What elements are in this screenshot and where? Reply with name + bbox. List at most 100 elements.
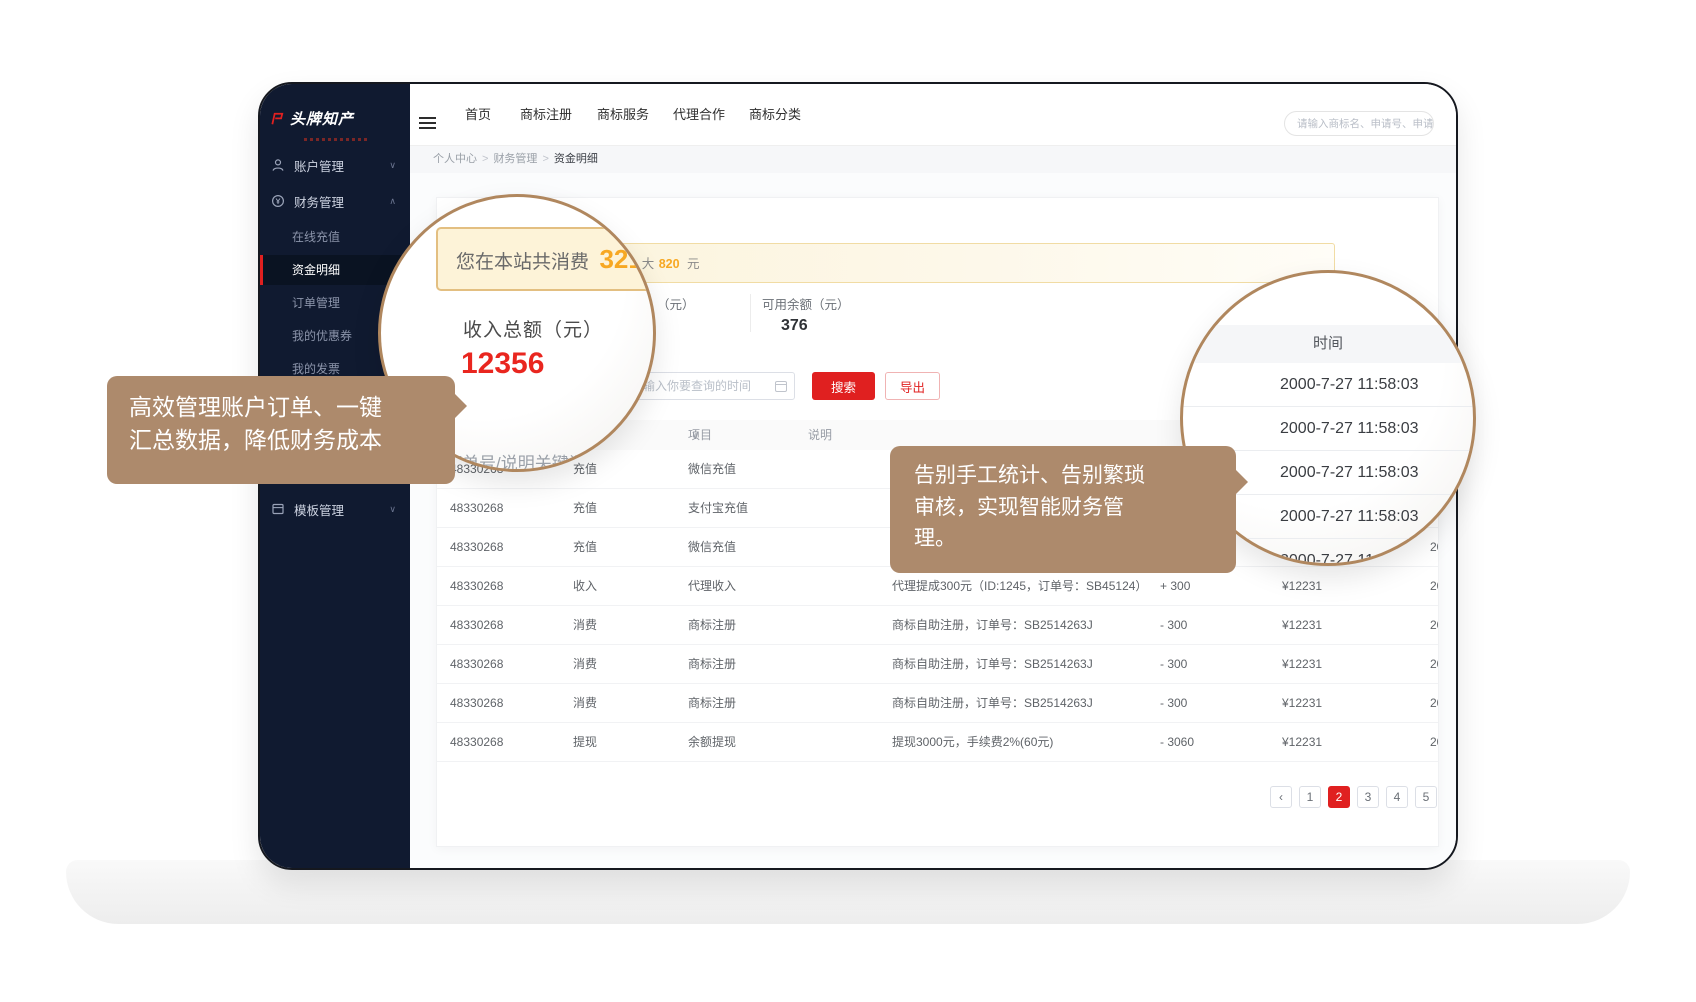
magnified-banner: 您在本站共消费 32124 xyxy=(436,227,656,291)
user-icon xyxy=(271,158,285,172)
chevron-up-icon: ∧ xyxy=(389,196,396,207)
breadcrumb-item[interactable]: 资金明细 xyxy=(554,153,598,165)
cell-project: 商标注册 xyxy=(688,645,736,683)
col-desc-header: 说明 xyxy=(808,420,832,450)
cell-balance: ¥12231 xyxy=(1282,723,1322,761)
cell-amount: - 3060 xyxy=(1160,723,1194,761)
callout-line: 审核，实现智能财务管 xyxy=(914,492,1236,524)
callout-line: 高效管理账户订单、一键 xyxy=(129,391,455,424)
sidebar-item-finance[interactable]: 财务管理 ∧ xyxy=(260,186,410,216)
logo-tagline xyxy=(304,138,368,141)
cell-type: 消费 xyxy=(573,645,597,683)
finance-icon xyxy=(271,194,285,208)
cell-time: 2000-7-27 11:58:03 xyxy=(1430,684,1439,722)
cell-project: 微信充值 xyxy=(688,450,736,488)
cell-order-no: 48330268 xyxy=(450,684,503,722)
cell-order-no: 48330268 xyxy=(450,528,503,566)
callout-line: 汇总数据，降低财务成本 xyxy=(129,424,455,457)
cell-time: 2000-7-27 11:58:03 xyxy=(1430,567,1439,605)
cell-order-no: 48330268 xyxy=(450,645,503,683)
banner-saving: 820 xyxy=(659,257,680,271)
top-nav-item[interactable]: 商标服务 xyxy=(597,84,649,146)
magnified-banner-prefix: 您在本站共消费 xyxy=(456,252,589,273)
cell-project: 余额提现 xyxy=(688,723,736,761)
trademark-search-input[interactable] xyxy=(1284,111,1434,136)
cell-balance: ¥12231 xyxy=(1282,567,1322,605)
cell-time: 2000-7-27 11:58:03 xyxy=(1430,645,1439,683)
template-icon xyxy=(271,502,285,516)
breadcrumb-item[interactable]: 个人中心 xyxy=(433,153,477,165)
sidebar-item-label: 财务管理 xyxy=(294,192,344,211)
sidebar-item-template[interactable]: 模板管理 ∨ xyxy=(260,494,410,524)
pagination-page-button[interactable]: 2 xyxy=(1328,786,1350,808)
sidebar-item-account[interactable]: 账户管理 ∨ xyxy=(260,150,410,180)
sidebar-subitem[interactable]: 在线充值 xyxy=(260,222,410,252)
cell-time: 2000-7-27 11:58:03 xyxy=(1430,606,1439,644)
cell-type: 消费 xyxy=(573,684,597,722)
top-nav-item[interactable]: 商标注册 xyxy=(520,84,572,146)
chevron-down-icon: ∨ xyxy=(389,504,396,515)
cell-amount: - 300 xyxy=(1160,684,1187,722)
cell-description: 商标自助注册，订单号：SB2514263J xyxy=(892,606,1093,644)
cell-order-no: 48330268 xyxy=(450,606,503,644)
breadcrumb-item[interactable]: 财务管理 xyxy=(493,153,537,165)
cell-project: 商标注册 xyxy=(688,684,736,722)
top-nav-item[interactable]: 商标分类 xyxy=(749,84,801,146)
breadcrumb: 个人中心>财务管理>资金明细 xyxy=(410,146,1456,173)
export-button[interactable]: 导出 xyxy=(885,372,940,400)
breadcrumb-bar: 个人中心>财务管理>资金明细 xyxy=(410,146,1456,173)
cell-type: 充值 xyxy=(573,528,597,566)
logo-icon xyxy=(270,112,284,126)
stats-divider xyxy=(750,294,751,332)
table-row[interactable]: 48330268 提现 余额提现 提现3000元，手续费2%(60元) - 30… xyxy=(437,723,1439,762)
cell-project: 微信充值 xyxy=(688,528,736,566)
table-row[interactable]: 48330268 消费 商标注册 商标自助注册，订单号：SB2514263J -… xyxy=(437,606,1439,645)
pagination-pages: 12345 xyxy=(1299,786,1437,808)
top-nav-item[interactable]: 首页 xyxy=(465,84,491,146)
cell-description: 提现3000元，手续费2%(60元) xyxy=(892,723,1053,761)
pagination-page-button[interactable]: 3 xyxy=(1357,786,1379,808)
callout-right: 告别手工统计、告别繁琐审核，实现智能财务管理。 xyxy=(890,446,1236,573)
magnified-income-value: 12356 xyxy=(461,347,544,381)
sidebar-item-label: 账户管理 xyxy=(294,156,344,175)
top-nav-item[interactable]: 代理合作 xyxy=(673,84,725,146)
magnified-time-cell: 2000-7-27 11:58:03 xyxy=(1183,363,1473,407)
cell-type: 提现 xyxy=(573,723,597,761)
pagination-page-button[interactable]: 4 xyxy=(1386,786,1408,808)
pagination-prev-button[interactable]: ‹ xyxy=(1270,786,1292,808)
stage: 头牌知产 账户管理 ∨ 财务管理 ∧ 在线充值资金明细订单管理我的优惠券我的发票… xyxy=(0,0,1696,1002)
cell-amount: - 300 xyxy=(1160,606,1187,644)
magnified-time-header: 时间 xyxy=(1183,325,1473,363)
cell-type: 消费 xyxy=(573,606,597,644)
logo-text: 头牌知产 xyxy=(290,108,354,129)
pagination-page-button[interactable]: 5 xyxy=(1415,786,1437,808)
cell-balance: ¥12231 xyxy=(1282,684,1322,722)
magnified-income-label: 收入总额（元） xyxy=(463,315,603,342)
cell-project: 商标注册 xyxy=(688,606,736,644)
hamburger-menu-icon[interactable] xyxy=(419,117,436,132)
pagination-page-button[interactable]: 1 xyxy=(1299,786,1321,808)
chevron-down-icon: ∨ xyxy=(389,160,396,171)
magnified-banner-amount: 32124 xyxy=(599,244,656,274)
cell-type: 收入 xyxy=(573,567,597,605)
cell-description: 商标自助注册，订单号：SB2514263J xyxy=(892,684,1093,722)
date-query-input[interactable] xyxy=(632,372,795,400)
callout-line: 告别手工统计、告别繁琐 xyxy=(914,460,1236,492)
stat-balance-label: 可用余额（元） xyxy=(762,294,850,313)
sort-caret-icon: ∨ xyxy=(691,420,700,450)
cell-order-no: 48330268 xyxy=(450,567,503,605)
cell-description: 商标自助注册，订单号：SB2514263J xyxy=(892,645,1093,683)
breadcrumb-separator: > xyxy=(542,153,548,165)
cell-project: 支付宝充值 xyxy=(688,489,748,527)
banner-unit: 元 xyxy=(687,257,700,271)
callout-line: 理。 xyxy=(914,523,1236,555)
table-row[interactable]: 48330268 消费 商标注册 商标自助注册，订单号：SB2514263J -… xyxy=(437,684,1439,723)
table-row[interactable]: 48330268 消费 商标注册 商标自助注册，订单号：SB2514263J -… xyxy=(437,645,1439,684)
magnified-time-cell: 2000-7-27 11:58:03 xyxy=(1183,407,1473,451)
app-logo[interactable]: 头牌知产 xyxy=(270,108,354,129)
cell-balance: ¥12231 xyxy=(1282,645,1322,683)
cell-order-no: 48330268 xyxy=(450,723,503,761)
cell-order-no: 48330268 xyxy=(450,489,503,527)
search-button[interactable]: 搜索 xyxy=(812,372,875,400)
callout-left: 高效管理账户订单、一键汇总数据，降低财务成本 xyxy=(107,376,455,484)
